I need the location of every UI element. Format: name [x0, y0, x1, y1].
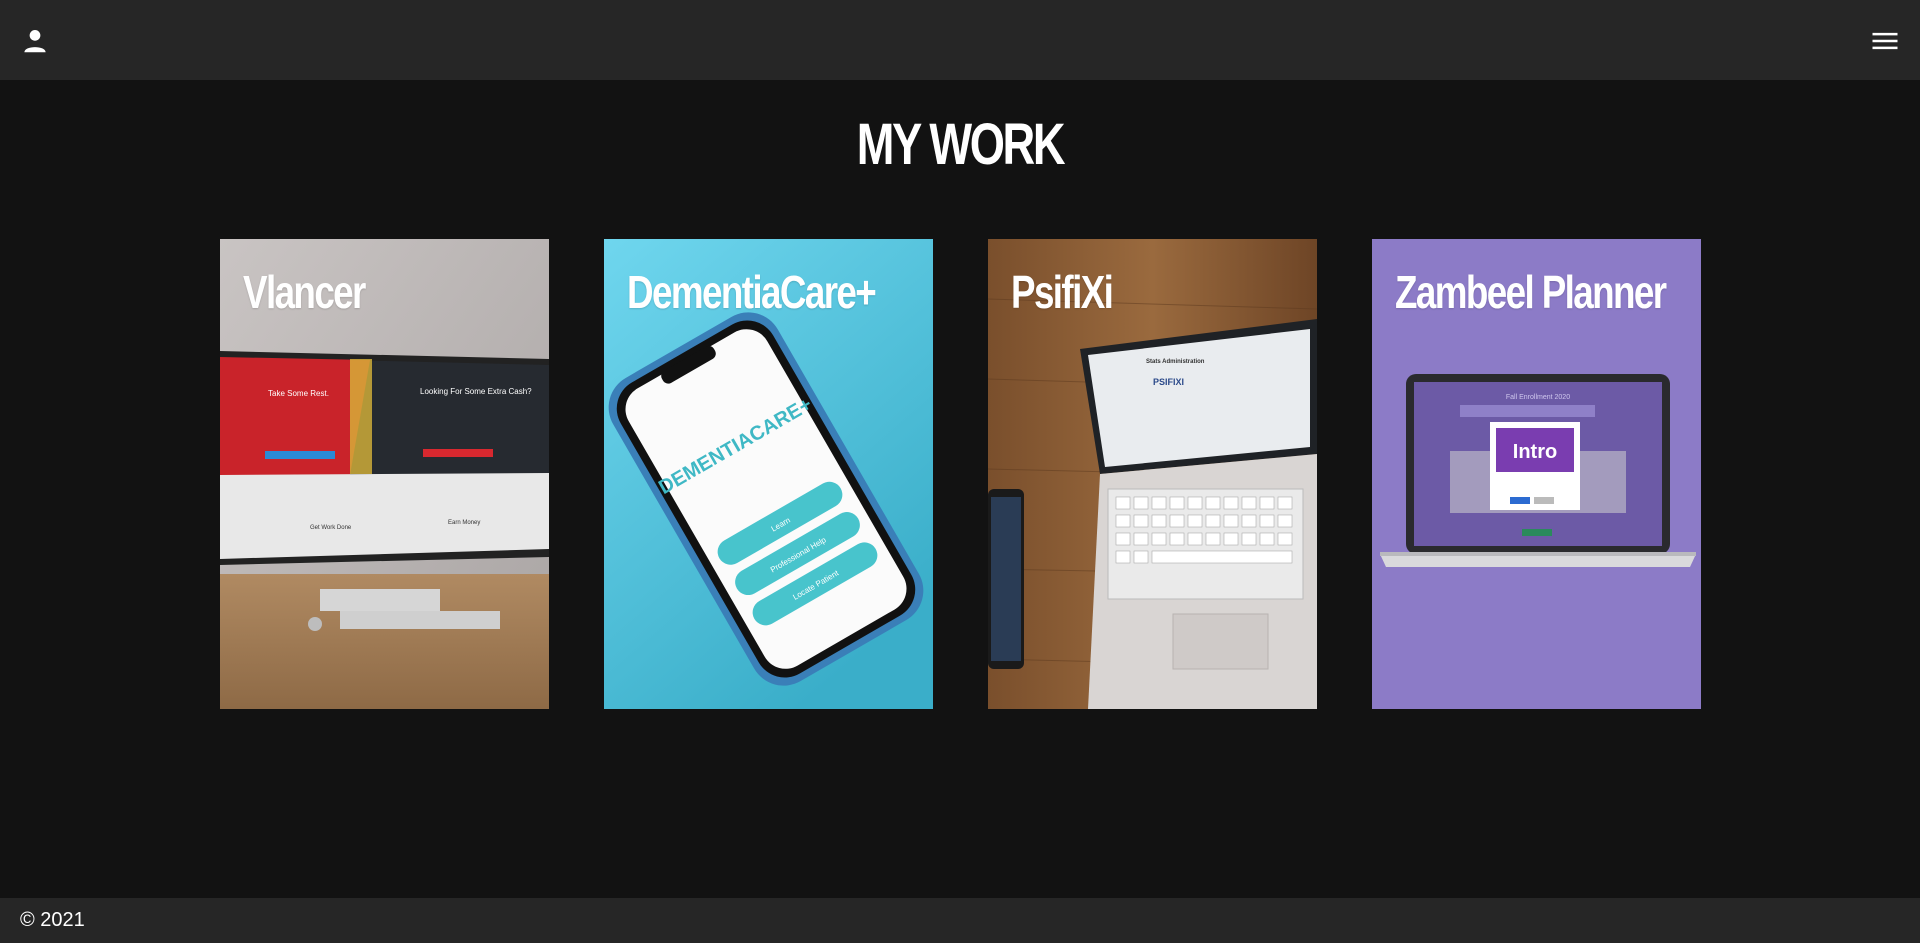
- project-grid: Take Some Rest. Looking For Some Extra C…: [0, 239, 1920, 709]
- svg-text:Intro: Intro: [1513, 441, 1557, 463]
- person-icon: [24, 30, 46, 53]
- menu-button[interactable]: [1870, 26, 1900, 56]
- svg-text:Stats Administration: Stats Administration: [1146, 359, 1205, 365]
- svg-text:Earn Money: Earn Money: [448, 520, 480, 526]
- copyright-text: © 2021: [20, 909, 85, 931]
- svg-text:Fall Enrollment 2020: Fall Enrollment 2020: [1506, 394, 1570, 401]
- project-card-vlancer[interactable]: Take Some Rest. Looking For Some Extra C…: [220, 239, 549, 709]
- svg-text:PSIFIXI: PSIFIXI: [1153, 377, 1184, 387]
- svg-text:Looking For Some Extra Cash?: Looking For Some Extra Cash?: [420, 387, 532, 396]
- project-title: PsifiXi: [1011, 266, 1114, 318]
- user-profile-button[interactable]: [20, 26, 50, 56]
- project-card-zambeel-planner[interactable]: Fall Enrollment 2020 Intro Zambeel Plann…: [1372, 239, 1701, 709]
- svg-text:Take Some Rest.: Take Some Rest.: [268, 389, 329, 398]
- project-title: DementiaCare+: [627, 266, 877, 318]
- hamburger-menu-icon: [1872, 32, 1898, 50]
- page-title: MY WORK: [856, 112, 1066, 177]
- project-card-dementiacare[interactable]: DEMENTIACARE+ Learn Professional Help Lo…: [604, 239, 933, 709]
- project-card-psifixi[interactable]: Stats Administration PSIFIXI PsifiXi: [988, 239, 1317, 709]
- project-title: Vlancer: [243, 266, 366, 318]
- top-navbar: [0, 0, 1920, 80]
- project-title: Zambeel Planner: [1395, 266, 1667, 318]
- svg-text:Get Work Done: Get Work Done: [310, 525, 352, 531]
- footer: © 2021: [0, 898, 1920, 943]
